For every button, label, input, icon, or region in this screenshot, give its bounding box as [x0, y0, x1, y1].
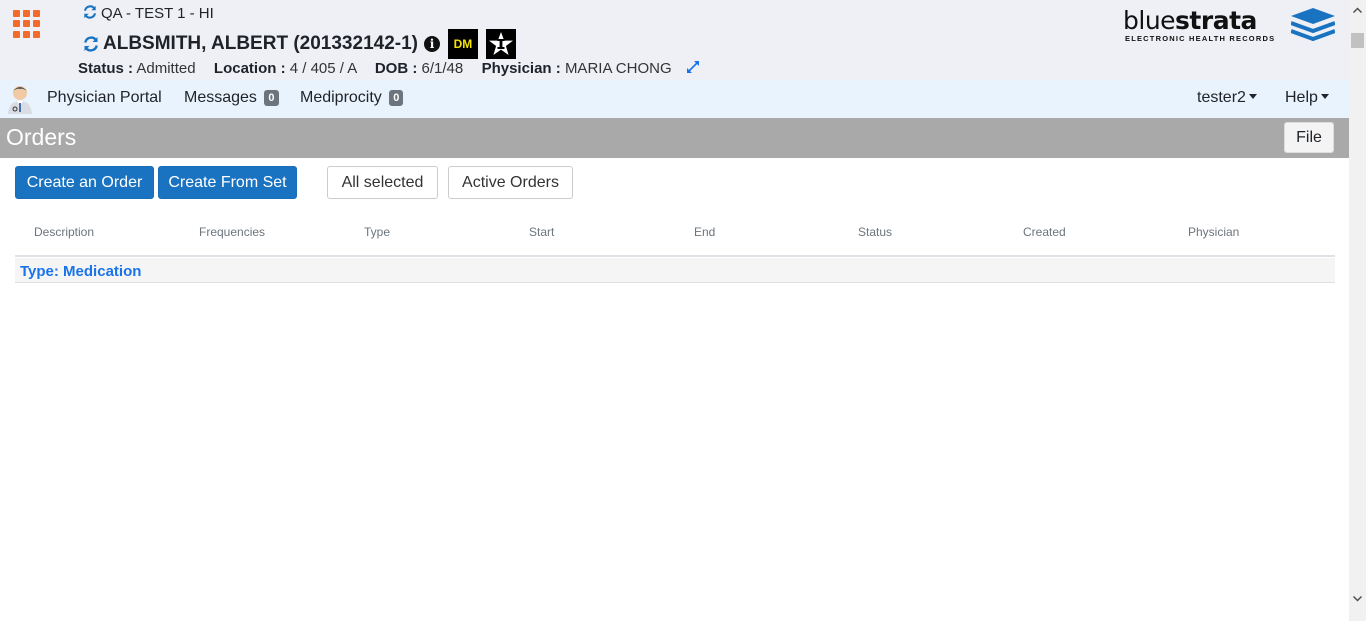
facility-label: QA - TEST 1 - HI [101, 5, 214, 22]
column-header-status[interactable]: Status [858, 225, 892, 239]
star-badge-icon[interactable] [485, 29, 516, 59]
patient-header: QA - TEST 1 - HI ALBSMITH, ALBERT (20133… [0, 0, 1349, 80]
refresh-icon[interactable] [83, 5, 97, 19]
logo-layers-icon [1291, 8, 1335, 42]
user-menu[interactable]: tester2 [1197, 89, 1257, 107]
create-from-set-button[interactable]: Create From Set [158, 166, 297, 199]
scrollbar-thumb[interactable] [1351, 33, 1364, 48]
column-header-physician[interactable]: Physician [1188, 225, 1239, 239]
nav-physician-portal[interactable]: Physician Portal [47, 89, 162, 107]
caret-down-icon [1248, 94, 1257, 99]
help-menu-label: Help [1285, 89, 1318, 106]
file-button[interactable]: File [1284, 122, 1334, 153]
physician-label: Physician : [481, 60, 561, 77]
active-orders-filter[interactable]: Active Orders [448, 166, 573, 199]
logo-wordmark: bluestrata [1123, 6, 1257, 35]
column-header-frequencies[interactable]: Frequencies [199, 225, 265, 239]
create-order-button[interactable]: Create an Order [15, 166, 154, 199]
status-label: Status : [78, 60, 134, 77]
dm-badge-icon[interactable]: DM [447, 29, 478, 59]
patient-details: Status : Admitted Location : 4 / 405 / A… [78, 60, 700, 77]
top-navbar: Physician Portal Messages 0 Mediprocity … [0, 80, 1349, 118]
orders-table-header: Description Frequencies Type Start End S… [15, 216, 1335, 257]
caret-down-icon [1320, 94, 1329, 99]
vertical-scrollbar[interactable] [1349, 0, 1366, 621]
nav-mediprocity-label: Mediprocity [300, 89, 382, 106]
column-header-type[interactable]: Type [364, 225, 390, 239]
info-icon[interactable]: i [423, 36, 440, 52]
status-value: Admitted [136, 60, 196, 77]
dob-label: DOB : [374, 60, 418, 77]
facility-name: QA - TEST 1 - HI [83, 5, 214, 22]
nav-mediprocity[interactable]: Mediprocity 0 [300, 89, 404, 107]
scroll-down-icon[interactable] [1352, 593, 1363, 604]
column-header-start[interactable]: Start [529, 225, 554, 239]
patient-name: ALBSMITH, ALBERT (201332142-1) [103, 33, 418, 54]
dob-value: 6/1/48 [421, 60, 464, 77]
location-label: Location : [213, 60, 286, 77]
bluestrata-logo: bluestrata ELECTRONIC HEALTH RECORDS [1123, 6, 1337, 46]
apps-grid-icon[interactable] [13, 10, 41, 38]
nav-messages[interactable]: Messages 0 [184, 89, 279, 107]
page: QA - TEST 1 - HI ALBSMITH, ALBERT (20133… [0, 0, 1366, 621]
physician-value: MARIA CHONG [564, 60, 672, 77]
column-header-description[interactable]: Description [34, 225, 94, 239]
scroll-up-icon[interactable] [1352, 5, 1363, 16]
page-title-bar: Orders File [0, 118, 1349, 158]
user-menu-label: tester2 [1197, 89, 1246, 106]
logo-subtitle: ELECTRONIC HEALTH RECORDS [1125, 34, 1276, 43]
column-header-end[interactable]: End [694, 225, 715, 239]
mediprocity-count-badge: 0 [389, 90, 404, 106]
expand-icon[interactable] [686, 60, 700, 74]
page-title: Orders [6, 124, 77, 150]
refresh-icon[interactable] [83, 36, 99, 52]
location-value: 4 / 405 / A [289, 60, 357, 77]
column-header-created[interactable]: Created [1023, 225, 1066, 239]
avatar-icon[interactable] [6, 84, 34, 114]
help-menu[interactable]: Help [1285, 89, 1329, 107]
nav-messages-label: Messages [184, 89, 257, 106]
messages-count-badge: 0 [264, 90, 279, 106]
patient-name-row: ALBSMITH, ALBERT (201332142-1) i DM [83, 29, 516, 59]
table-group-row[interactable]: Type: Medication [15, 258, 1335, 283]
all-selected-dropdown[interactable]: All selected [327, 166, 438, 199]
group-label[interactable]: Type: Medication [20, 263, 141, 280]
